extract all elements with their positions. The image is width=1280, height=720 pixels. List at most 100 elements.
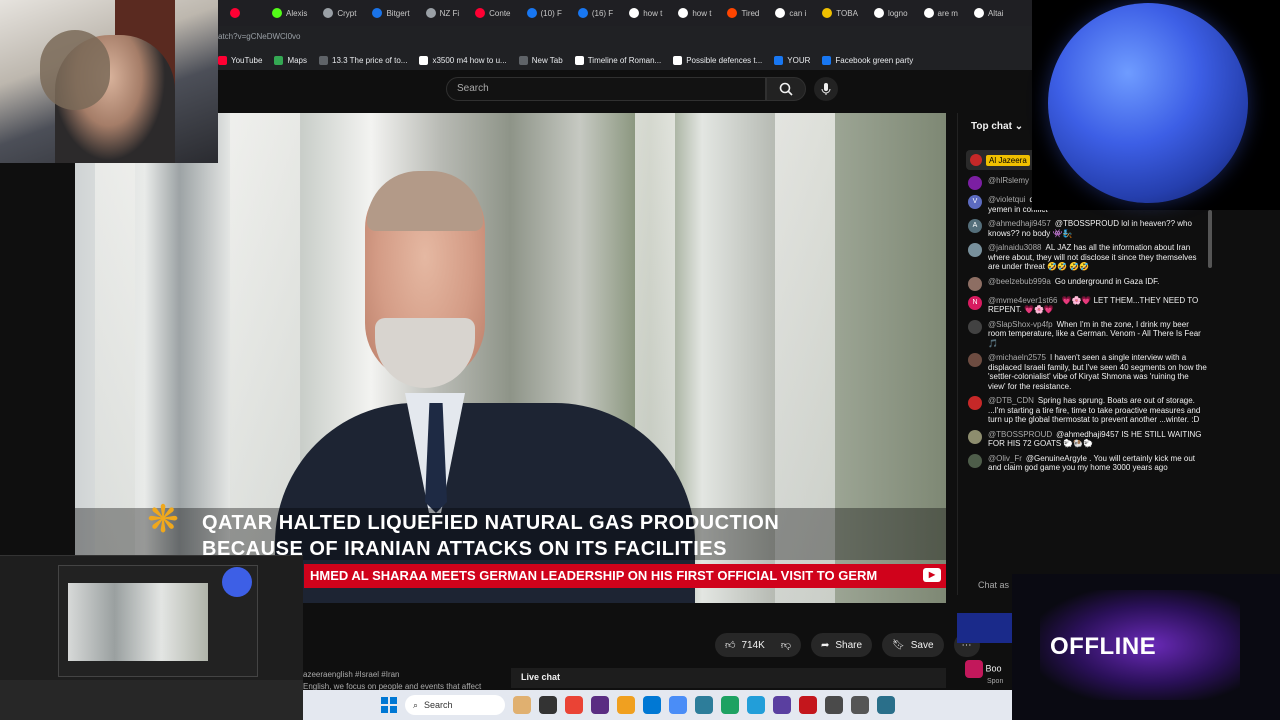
taskbar-app-icon[interactable] [591, 696, 609, 714]
bookmark-item[interactable]: New Tab [518, 55, 563, 65]
browser-tab[interactable]: Altai [968, 3, 1010, 23]
chat-author[interactable]: @violetqui [988, 195, 1025, 204]
address-bar[interactable]: atch?v=gCNeDWCl0vo [218, 26, 1032, 50]
taskbar-search[interactable]: ⌕ Search [405, 695, 505, 715]
chat-message[interactable]: @SlapShox-vp4fp When I'm in the zone, I d… [968, 319, 1208, 349]
url-text[interactable]: atch?v=gCNeDWCl0vo [218, 32, 300, 41]
save-button[interactable]: 🔖︎ Save [882, 633, 944, 657]
bookmark-item[interactable]: YOUR [774, 55, 810, 65]
tab-favicon-icon [822, 8, 833, 18]
share-button[interactable]: ➦ Share [810, 633, 873, 657]
chat-author[interactable]: @jalnaidu3088 [988, 243, 1042, 252]
windows-start-icon[interactable] [381, 697, 397, 713]
chat-scrollbar[interactable] [1208, 210, 1212, 268]
taskbar-app-icon[interactable] [669, 696, 687, 714]
chat-message[interactable]: A @ahmedhaji9457 @TBOSSPROUD lol in heaven… [968, 219, 1208, 238]
bookmark-item[interactable]: Facebook green party [822, 55, 913, 65]
bookmark-favicon-icon [319, 55, 328, 65]
chat-author[interactable]: @DTB_CDN [988, 396, 1034, 405]
chat-avatar[interactable]: V [968, 195, 982, 209]
tab-favicon-icon [323, 8, 334, 18]
pinned-channel[interactable]: Al Jazeera [966, 150, 1036, 170]
browser-tab[interactable]: TOBA [816, 3, 864, 23]
browser-tab[interactable]: Conte [469, 3, 516, 23]
taskbar-app-icon[interactable] [825, 696, 843, 714]
chat-message[interactable]: @TBOSSPROUD @ahmedhaji9457 IS HE STILL WA… [968, 429, 1208, 449]
taskbar-app-icon[interactable] [721, 696, 739, 714]
chat-message[interactable]: @beelzebub999a Go underground in Gaza IDF… [968, 276, 1208, 291]
chat-author[interactable]: @Oliv_Fr [988, 454, 1022, 463]
chat-avatar[interactable]: N [968, 295, 982, 310]
browser-tab[interactable]: how t [623, 3, 668, 23]
chat-avatar[interactable] [968, 276, 982, 291]
browser-tab[interactable]: NZ Fi [420, 3, 466, 23]
suggestion-thumbnail[interactable] [957, 613, 1012, 643]
browser-tab[interactable]: (10) F [521, 3, 568, 23]
chat-message[interactable]: @DTB_CDN Spring has sprung. Boats are out… [968, 396, 1208, 425]
bookmark-label: Maps [287, 55, 307, 65]
video-player[interactable]: ❋ QATAR HALTED LIQUEFIED NATURAL GAS PRO… [75, 113, 946, 603]
browser-tab[interactable]: how t [672, 3, 717, 23]
browser-tab[interactable] [224, 3, 262, 23]
thumbs-down-icon[interactable]: 👎︎ [781, 639, 791, 651]
search-button[interactable] [766, 77, 806, 101]
chat-avatar[interactable] [968, 429, 982, 444]
chat-author[interactable]: @ahmedhaji9457 [988, 219, 1051, 228]
browser-tab[interactable]: are m [918, 3, 964, 23]
like-button[interactable]: 👍︎ 714K 👎︎ [715, 633, 801, 657]
taskbar-app-icon[interactable] [773, 696, 791, 714]
bookmark-item[interactable]: YouTube [218, 55, 262, 65]
chat-author[interactable]: @michaeln2575 [988, 353, 1046, 362]
chat-message[interactable]: @michaeln2575 I haven't seen a single int… [968, 353, 1208, 391]
live-chat-tab[interactable]: Live chat [511, 668, 946, 688]
chat-avatar[interactable] [968, 396, 982, 410]
chat-author[interactable]: @hlRslemy [988, 176, 1029, 185]
chat-avatar[interactable] [968, 176, 982, 190]
browser-tab[interactable]: Bitgert [366, 3, 415, 23]
browser-tab[interactable]: logno [868, 3, 914, 23]
tab-label: logno [887, 8, 908, 18]
chat-avatar[interactable] [968, 243, 982, 257]
bookmark-item[interactable]: Possible defences t... [673, 55, 762, 65]
browser-tab[interactable]: Tired [721, 3, 765, 23]
chat-avatar[interactable] [968, 319, 982, 334]
browser-tab[interactable]: Alexis [266, 3, 313, 23]
browser-tab[interactable]: can i [769, 3, 812, 23]
taskbar-app-icon[interactable] [617, 696, 635, 714]
browser-tab[interactable]: Crypt [317, 3, 362, 23]
taskbar-app-icon[interactable] [565, 696, 583, 714]
bookmark-item[interactable]: x3500 m4 how to u... [419, 55, 507, 65]
top-chat-dropdown[interactable]: Top chat ⌄ [971, 121, 1023, 132]
chat-author[interactable]: @beelzebub999a [988, 277, 1051, 286]
taskbar-app-icon[interactable] [877, 696, 895, 714]
browser-tab[interactable]: (16) F [572, 3, 619, 23]
suggestion-item[interactable]: Boo Spon [965, 660, 1015, 690]
chat-message[interactable]: N @mvme4ever1st66 💗🌸💗 LET THEM...THEY NEED… [968, 295, 1208, 315]
chat-avatar[interactable]: A [968, 219, 982, 233]
voice-search-button[interactable] [814, 77, 838, 101]
chat-message[interactable]: @Oliv_Fr @GenuineArgyle . You will certai… [968, 453, 1208, 473]
chat-message[interactable]: @jalnaidu3088 AL JAZ has all the informat… [968, 243, 1208, 272]
chat-author[interactable]: @TBOSSPROUD [988, 430, 1052, 439]
chat-author[interactable]: @SlapShox-vp4fp [988, 320, 1053, 329]
chat-message-body: @mvme4ever1st66 💗🌸💗 LET THEM...THEY NEED … [988, 296, 1208, 315]
taskbar-app-icon[interactable] [695, 696, 713, 714]
taskbar-app-icon[interactable] [799, 696, 817, 714]
tab-favicon-icon [526, 8, 537, 18]
share-label: Share [835, 639, 863, 651]
taskbar-app-icon[interactable] [643, 696, 661, 714]
bookmark-item[interactable]: Maps [274, 55, 307, 65]
chat-message-body: @michaeln2575 I haven't seen a single int… [988, 353, 1208, 391]
search-input[interactable]: Search [446, 77, 766, 101]
bookmark-item[interactable]: Timeline of Roman... [574, 55, 661, 65]
chat-as-label[interactable]: Chat as [978, 580, 1009, 590]
chat-author[interactable]: @mvme4ever1st66 [988, 296, 1057, 305]
taskbar-app-icon[interactable] [513, 696, 531, 714]
taskbar-app-icon[interactable] [539, 696, 557, 714]
video-description[interactable]: azeeraenglish #Israel #Iran English, we … [303, 670, 503, 692]
taskbar-app-icon[interactable] [747, 696, 765, 714]
taskbar-app-icon[interactable] [851, 696, 869, 714]
chat-avatar[interactable] [968, 353, 982, 367]
chat-avatar[interactable] [968, 453, 982, 468]
bookmark-item[interactable]: 13.3 The price of to... [319, 55, 407, 65]
